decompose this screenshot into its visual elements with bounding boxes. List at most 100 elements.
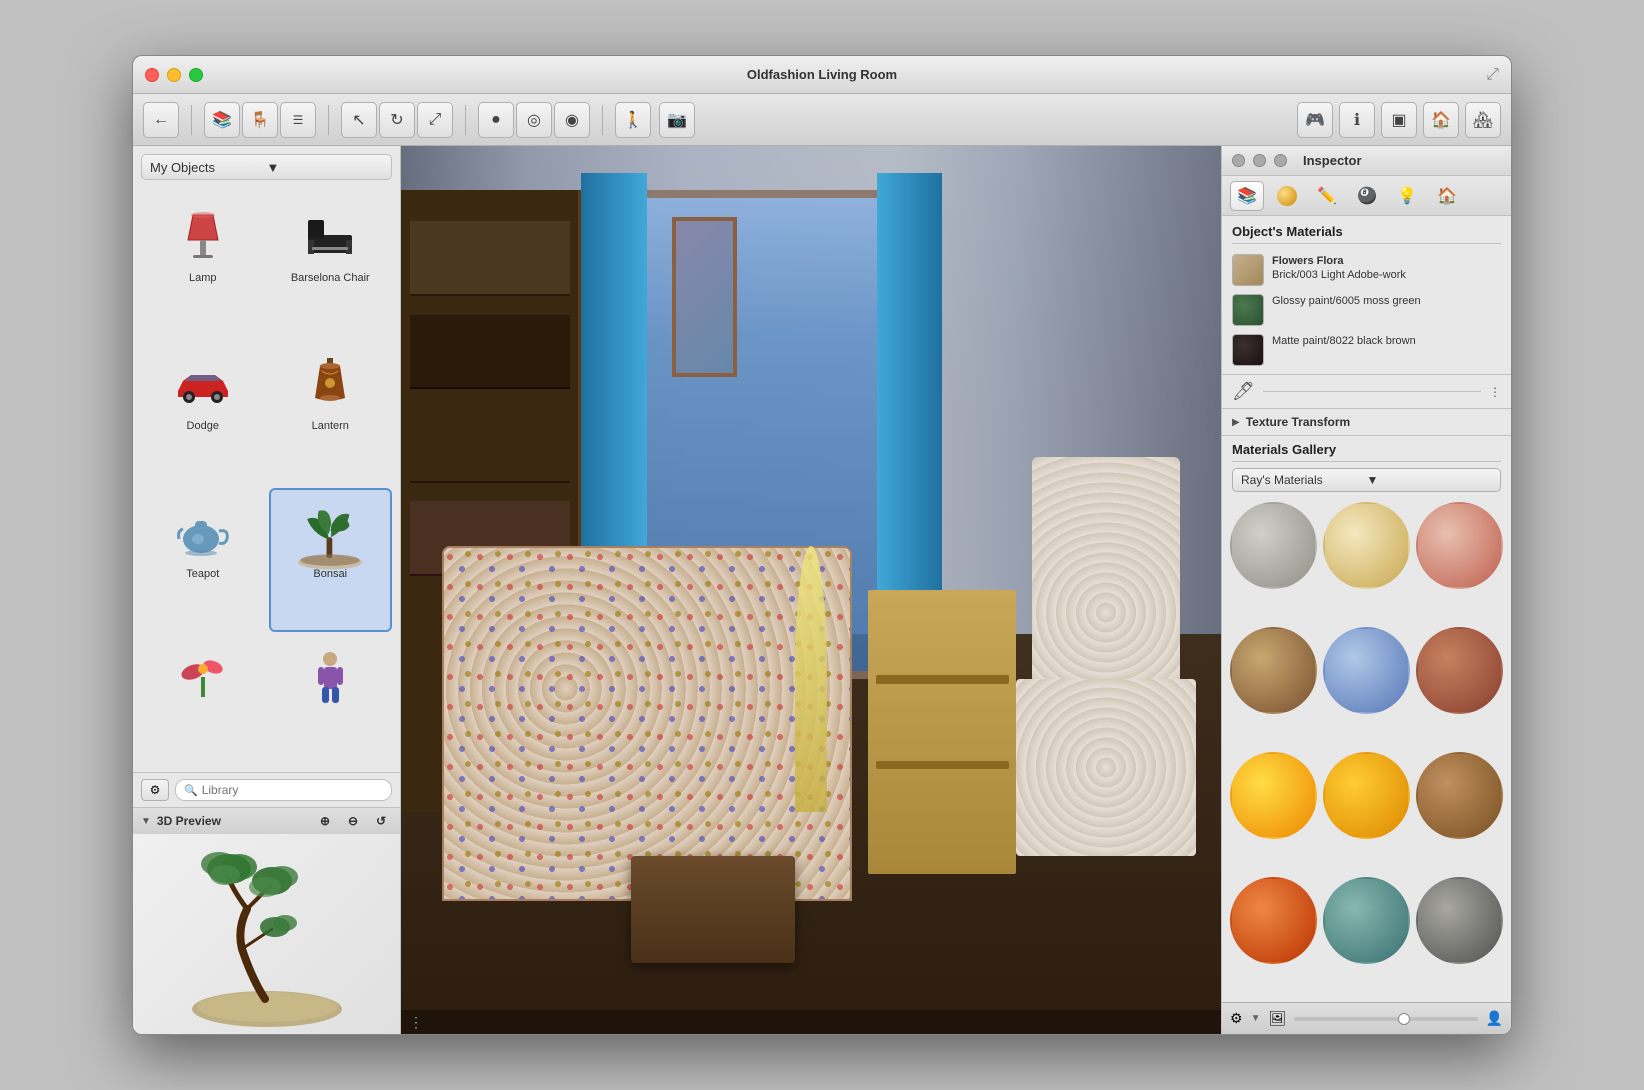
info-button[interactable]: ℹ	[1339, 102, 1375, 138]
bottom-gear-icon[interactable]: ⚙	[1230, 1010, 1243, 1027]
house-button[interactable]: 🏠	[1423, 102, 1459, 138]
bottom-image-icon[interactable]: 🖼	[1268, 1010, 1286, 1027]
refresh-button[interactable]: ↺	[370, 810, 392, 832]
minimize-button[interactable]	[167, 68, 181, 82]
object-label-lantern: Lantern	[312, 420, 349, 432]
tab-lights[interactable]: 💡	[1390, 181, 1424, 211]
back-button[interactable]: ←	[143, 102, 179, 138]
camera-button[interactable]: 📷	[659, 102, 695, 138]
gear-icon: ⚙	[150, 783, 161, 797]
object-item-flower[interactable]	[141, 636, 265, 768]
more-options-icon[interactable]: ⋮	[1489, 385, 1501, 399]
gallery-dropdown[interactable]: Ray's Materials ▼	[1232, 468, 1501, 492]
viewport-bottom-bar: ⋮	[401, 1010, 1221, 1034]
teapot-thumbnail	[173, 501, 233, 561]
bottom-person-icon[interactable]: 👤	[1486, 1010, 1503, 1027]
search-box[interactable]: 🔍	[175, 779, 392, 801]
zoom-out-button[interactable]: ⊖	[342, 810, 364, 832]
inspector-minimize-btn[interactable]	[1253, 154, 1266, 167]
houses-button[interactable]: 🏘	[1465, 102, 1501, 138]
object-label-teapot: Teapot	[186, 568, 219, 580]
bottom-slider[interactable]	[1294, 1017, 1477, 1021]
material-item-0[interactable]: Flowers Flora Brick/003 Light Adobe-work	[1232, 250, 1501, 290]
inspector-tabs: 📚 ✏️ 🎱 💡 🏠	[1222, 176, 1511, 216]
table-lamp	[795, 546, 828, 812]
material-ball-3[interactable]	[1230, 627, 1317, 714]
maximize-button[interactable]	[189, 68, 203, 82]
lamp-thumbnail	[173, 205, 233, 265]
app-window: Oldfashion Living Room ⤢ ← 📚 🪑 ☰ ↖ ↻	[132, 55, 1512, 1035]
material-ball-1[interactable]	[1323, 502, 1410, 589]
select-tool-button[interactable]: ↖	[341, 102, 377, 138]
gallery-grid	[1222, 496, 1511, 1002]
target-button[interactable]: ◉	[554, 102, 590, 138]
gear-button[interactable]: ⚙	[141, 779, 169, 801]
object-thumb-car	[163, 348, 243, 418]
search-input[interactable]	[202, 783, 383, 797]
material-ball-6[interactable]	[1230, 752, 1317, 839]
sofa-pattern	[444, 548, 850, 899]
object-thumb-flower	[163, 644, 243, 714]
search-area: ⚙ 🔍	[133, 772, 400, 807]
object-label-bonsai: Bonsai	[313, 568, 347, 580]
inspector-expand-btn[interactable]	[1274, 154, 1287, 167]
tab-edit-icon: ✏️	[1317, 186, 1337, 206]
inspector-title: Inspector	[1303, 153, 1362, 168]
material-ball-2[interactable]	[1416, 502, 1503, 589]
object-item-chair[interactable]: Barselona Chair	[269, 192, 393, 336]
tab-home[interactable]: 🏠	[1430, 181, 1464, 211]
library-button[interactable]: 📚	[204, 102, 240, 138]
tab-home-icon: 🏠	[1437, 186, 1457, 206]
gallery-title: Materials Gallery	[1232, 442, 1501, 462]
material-ball-5[interactable]	[1416, 627, 1503, 714]
objects-button[interactable]: 🪑	[242, 102, 278, 138]
material-ball-8[interactable]	[1416, 752, 1503, 839]
bonsai-3d-preview	[177, 839, 357, 1029]
window-title: Oldfashion Living Room	[747, 67, 897, 82]
zoom-in-icon: ⊕	[320, 814, 330, 828]
walk-button[interactable]: 🚶	[615, 102, 651, 138]
material-ball-7[interactable]	[1323, 752, 1410, 839]
gamepad-button[interactable]: 🎮	[1297, 102, 1333, 138]
texture-transform-header[interactable]: ▶ Texture Transform	[1232, 415, 1501, 429]
material-ball-0[interactable]	[1230, 502, 1317, 589]
dot-button[interactable]: ◎	[516, 102, 552, 138]
object-thumb-bonsai	[290, 496, 370, 566]
tab-edit[interactable]: ✏️	[1310, 181, 1344, 211]
material-ball-10[interactable]	[1323, 877, 1410, 964]
tab-lights-icon: 💡	[1397, 186, 1417, 206]
grid-button[interactable]: ▣	[1381, 102, 1417, 138]
eyedropper-icon[interactable]: 🖊	[1232, 381, 1255, 402]
list-button[interactable]: ☰	[280, 102, 316, 138]
zoom-in-button[interactable]: ⊕	[314, 810, 336, 832]
material-ball-11[interactable]	[1416, 877, 1503, 964]
object-item-person[interactable]	[269, 636, 393, 768]
object-item-car[interactable]: Dodge	[141, 340, 265, 484]
close-button[interactable]	[145, 68, 159, 82]
viewport-handle-icon: ⋮	[409, 1014, 423, 1031]
inspector-close-btn[interactable]	[1232, 154, 1245, 167]
tab-materials[interactable]	[1270, 181, 1304, 211]
object-item-lamp[interactable]: Lamp	[141, 192, 265, 336]
material-item-1[interactable]: Glossy paint/6005 moss green	[1232, 290, 1501, 330]
tab-render[interactable]: 🎱	[1350, 181, 1384, 211]
transform-tool-button[interactable]: ⤢	[417, 102, 453, 138]
material-ball-9[interactable]	[1230, 877, 1317, 964]
material-ball-4[interactable]	[1323, 627, 1410, 714]
tool-buttons: ↖ ↻ ⤢	[341, 102, 453, 138]
inspector-title-bar: Inspector	[1222, 146, 1511, 176]
preview-header[interactable]: ▼ 3D Preview ⊕ ⊖ ↺	[133, 808, 400, 834]
circle-button[interactable]: ●	[478, 102, 514, 138]
material-item-2[interactable]: Matte paint/8022 black brown	[1232, 330, 1501, 370]
material-group-0: Flowers Flora	[1272, 255, 1344, 267]
tab-library[interactable]: 📚	[1230, 181, 1264, 211]
zoom-out-icon: ⊖	[348, 814, 358, 828]
objects-dropdown[interactable]: My Objects ▼	[141, 154, 392, 180]
object-item-bonsai[interactable]: Bonsai	[269, 488, 393, 632]
resize-icon[interactable]: ⤢	[1486, 66, 1499, 84]
rotate-tool-button[interactable]: ↻	[379, 102, 415, 138]
object-item-teapot[interactable]: Teapot	[141, 488, 265, 632]
objects-grid: Lamp Barselona Chair	[133, 188, 400, 772]
object-label-chair: Barselona Chair	[291, 272, 370, 284]
chair-thumbnail	[300, 205, 360, 265]
